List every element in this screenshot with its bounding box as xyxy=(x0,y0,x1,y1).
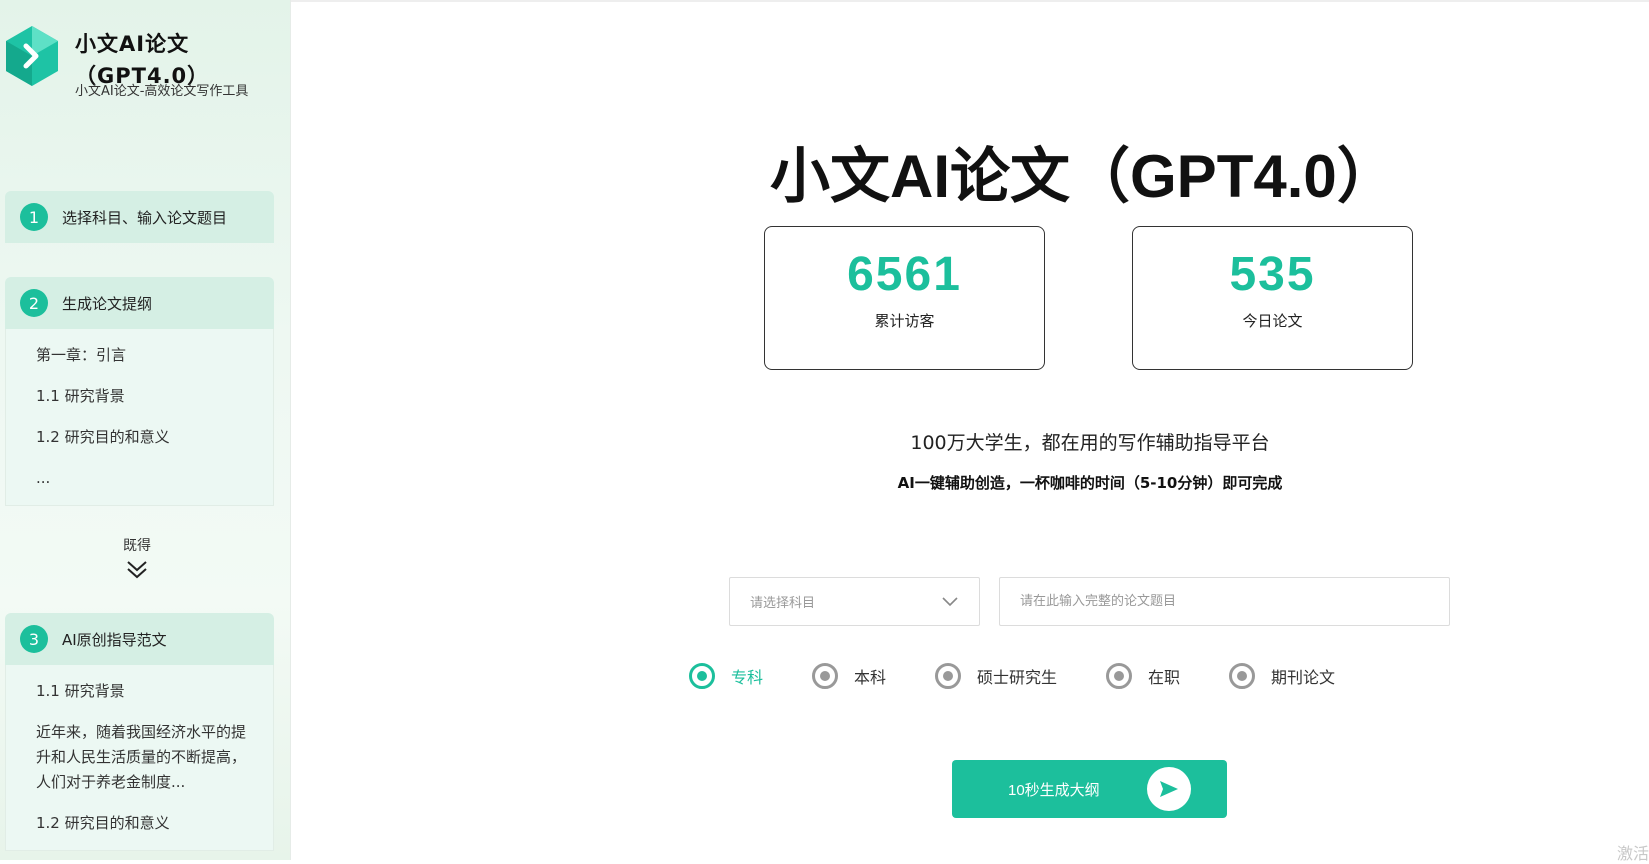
chevron-down-icon xyxy=(942,597,958,607)
radio-label: 期刊论文 xyxy=(1271,668,1336,687)
sidebar: 小文AI论文（GPT4.0） 小文AI论文-高效论文写作工具 1 选择科目、输入… xyxy=(0,0,291,860)
radio-level-benke[interactable]: 本科 xyxy=(812,663,886,689)
stat-label: 今日论文 xyxy=(1242,312,1303,330)
radio-level-onjob[interactable]: 在职 xyxy=(1106,663,1180,689)
radio-level-master[interactable]: 硕士研究生 xyxy=(935,663,1057,689)
skip-label: 既得 xyxy=(123,538,151,554)
step-label: 生成论文提纲 xyxy=(62,294,153,313)
step-label: 选择科目、输入论文题目 xyxy=(62,208,228,227)
subject-select[interactable]: 请选择科目 xyxy=(729,577,980,626)
level-radio-group: 专科 本科 硕士研究生 在职 期刊论文 xyxy=(0,663,1649,693)
sub-tagline: AI一键辅助创造，一杯咖啡的时间（5-10分钟）即可完成 xyxy=(897,474,1283,492)
step-number: 3 xyxy=(20,625,48,653)
stat-label: 累计访客 xyxy=(874,312,935,330)
send-icon xyxy=(1147,767,1191,811)
paper-title-input[interactable] xyxy=(999,577,1450,626)
sample-line: 1.2 研究目的和意义 xyxy=(36,814,170,832)
step-number: 2 xyxy=(20,289,48,317)
outline-line: 1.2 研究目的和意义 xyxy=(36,428,170,446)
tagline: 100万大学生，都在用的写作辅助指导平台 xyxy=(910,432,1270,454)
stat-visitors: 6561 累计访客 xyxy=(764,226,1045,370)
double-chevron-down-icon xyxy=(127,561,147,579)
radio-level-journal[interactable]: 期刊论文 xyxy=(1229,663,1335,689)
radio-selected-icon xyxy=(689,663,715,689)
step-generate-outline[interactable]: 2 生成论文提纲 第一章：引言 1.1 研究背景 1.2 研究目的和意义 ... xyxy=(5,277,274,506)
skip-toggle[interactable]: 既得 xyxy=(0,535,274,579)
sample-paragraph: 近年来，随着我国经济水平的提升和人民生活质量的不断提高，人们对于养老金制度... xyxy=(36,723,247,791)
brand: 小文AI论文（GPT4.0） 小文AI论文-高效论文写作工具 xyxy=(4,14,284,104)
radio-icon xyxy=(935,663,961,689)
stat-value: 535 xyxy=(1229,248,1316,301)
step-ai-sample[interactable]: 3 AI原创指导范文 1.1 研究背景 近年来，随着我国经济水平的提升和人民生活… xyxy=(5,613,274,851)
radio-label: 本科 xyxy=(854,668,887,687)
outline-line: 1.1 研究背景 xyxy=(36,387,125,405)
page-title: 小文AI论文（GPT4.0） xyxy=(770,143,1397,210)
radio-icon xyxy=(812,663,838,689)
radio-label: 硕士研究生 xyxy=(977,668,1058,687)
radio-icon xyxy=(1106,663,1132,689)
outline-line: ... xyxy=(36,469,51,487)
radio-icon xyxy=(1229,663,1255,689)
brand-logo-icon xyxy=(6,26,58,86)
outline-line: 第一章：引言 xyxy=(36,346,127,364)
step-label: AI原创指导范文 xyxy=(62,630,167,649)
step-number: 1 xyxy=(20,203,48,231)
stat-value: 6561 xyxy=(847,248,962,301)
top-divider xyxy=(291,0,1649,2)
radio-level-zhuanke[interactable]: 专科 xyxy=(689,663,763,689)
stat-papers-today: 535 今日论文 xyxy=(1132,226,1413,370)
generate-outline-button[interactable]: 10秒生成大纲 xyxy=(952,760,1227,818)
step-select-subject[interactable]: 1 选择科目、输入论文题目 xyxy=(5,191,274,243)
outline-preview: 第一章：引言 1.1 研究背景 1.2 研究目的和意义 ... xyxy=(5,329,274,506)
radio-label: 在职 xyxy=(1148,668,1181,687)
generate-button-label: 10秒生成大纲 xyxy=(1008,781,1100,799)
subject-select-placeholder: 请选择科目 xyxy=(750,596,816,611)
radio-label: 专科 xyxy=(731,668,764,687)
activation-watermark: 激活 xyxy=(1616,844,1649,863)
brand-subtitle: 小文AI论文-高效论文写作工具 xyxy=(75,84,249,99)
